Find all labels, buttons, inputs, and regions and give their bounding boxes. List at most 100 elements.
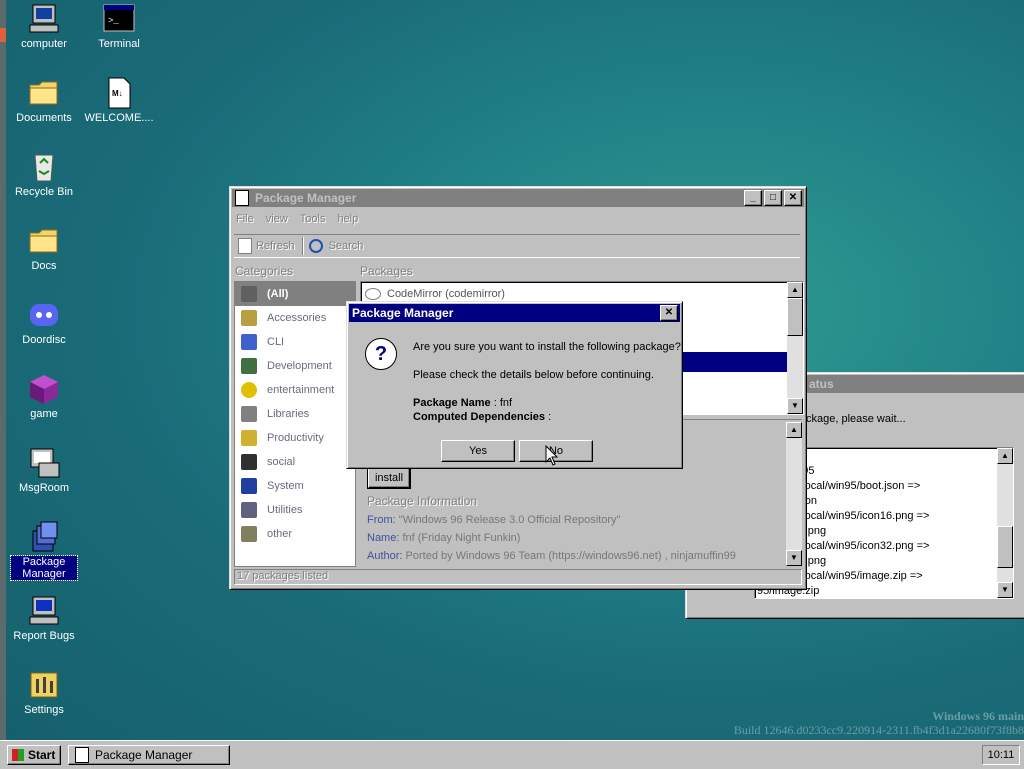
desktop-icon-recycle-bin[interactable]: Recycle Bin bbox=[6, 151, 82, 198]
category-item[interactable]: CLI bbox=[235, 330, 355, 354]
menu-file[interactable]: File bbox=[236, 213, 254, 225]
desktop-icon-report-bugs[interactable]: Report Bugs bbox=[6, 595, 82, 642]
system-tray-clock[interactable]: 10:11 bbox=[982, 745, 1020, 765]
deps-label: Computed Dependencies bbox=[413, 411, 546, 423]
desktop-icon-game[interactable]: game bbox=[6, 373, 82, 420]
from-label: From: bbox=[367, 514, 396, 526]
desktop-icon-label: computer bbox=[21, 38, 67, 50]
other-icon bbox=[241, 526, 257, 542]
close-button[interactable]: ✕ bbox=[784, 190, 802, 206]
deps-value: : bbox=[548, 411, 552, 423]
desktop-icon-label: Docs bbox=[31, 260, 57, 272]
yes-button[interactable]: Yes bbox=[441, 440, 515, 462]
desktop-icon-package-manager[interactable]: Package Manager bbox=[6, 521, 82, 581]
packages-header: Packages bbox=[360, 264, 413, 278]
category-item[interactable]: social bbox=[235, 450, 355, 474]
scroll-down-arrow[interactable]: ▼ bbox=[787, 398, 803, 414]
maximize-button[interactable]: □ bbox=[764, 190, 782, 206]
desktop-icon-settings[interactable]: Settings bbox=[6, 669, 82, 716]
minimize-button[interactable]: _ bbox=[744, 190, 762, 206]
category-item[interactable]: Development bbox=[235, 354, 355, 378]
status-message: ckage, please wait... bbox=[806, 413, 906, 425]
desktop-icon-docs[interactable]: Docs bbox=[6, 225, 82, 272]
scroll-thumb[interactable] bbox=[787, 298, 803, 336]
taskbar-item-label: Package Manager bbox=[95, 748, 193, 762]
close-button[interactable]: ✕ bbox=[660, 305, 678, 321]
taskbar-item-package-manager[interactable]: Package Manager bbox=[68, 745, 230, 765]
category-item[interactable]: Productivity bbox=[235, 426, 355, 450]
terminal-icon: >_ bbox=[102, 3, 136, 35]
category-label: entertainment bbox=[267, 384, 335, 396]
scroll-down-arrow[interactable]: ▼ bbox=[786, 550, 802, 566]
desktop-icon-label: Recycle Bin bbox=[14, 186, 74, 198]
system-icon bbox=[241, 478, 257, 494]
category-label: Development bbox=[267, 360, 332, 372]
category-item[interactable]: (All) bbox=[235, 282, 355, 306]
install-button[interactable]: install bbox=[367, 467, 411, 489]
desktop-icon-label: game bbox=[30, 408, 58, 420]
category-label: Libraries bbox=[267, 408, 310, 420]
desktop-icon-label: Report Bugs bbox=[13, 630, 75, 642]
desktop-icon-documents[interactable]: Documents bbox=[6, 77, 82, 124]
package-name: CodeMirror (codemirror) bbox=[387, 288, 505, 300]
menu-view[interactable]: view bbox=[266, 213, 288, 225]
refresh-label: Refresh bbox=[256, 240, 295, 252]
pm-menubar: File view Tools help bbox=[236, 213, 358, 225]
scroll-up-arrow[interactable]: ▲ bbox=[997, 448, 1013, 464]
dialog-titlebar[interactable]: Package Manager ✕ bbox=[349, 304, 680, 322]
status-log-scrollbar[interactable]: ▲ ▼ bbox=[997, 448, 1013, 598]
packages-scrollbar[interactable]: ▲ ▼ bbox=[787, 282, 803, 414]
cli-icon bbox=[241, 334, 257, 350]
start-label: Start bbox=[28, 748, 56, 762]
cube-icon bbox=[27, 373, 61, 405]
category-label: Accessories bbox=[267, 312, 327, 324]
search-button[interactable]: Search bbox=[307, 239, 366, 253]
msgroom-icon bbox=[27, 447, 61, 479]
menu-tools[interactable]: Tools bbox=[300, 213, 326, 225]
desktop-icon-terminal[interactable]: >_ Terminal bbox=[81, 3, 157, 50]
status-title: atus bbox=[809, 377, 834, 391]
desktop-icon-label: Package Manager bbox=[10, 555, 78, 581]
menu-help[interactable]: help bbox=[337, 213, 358, 225]
refresh-button[interactable]: Refresh bbox=[234, 238, 299, 254]
category-item[interactable]: System bbox=[235, 474, 355, 498]
search-label: Search bbox=[328, 240, 364, 252]
dialog-deps: Computed Dependencies : bbox=[413, 411, 551, 423]
desktop-icon-msgroom[interactable]: MsgRoom bbox=[6, 447, 82, 494]
package-row[interactable]: CodeMirror (codemirror) bbox=[365, 288, 505, 300]
dialog-note: Please check the details below before co… bbox=[413, 369, 654, 381]
bug-report-icon bbox=[27, 595, 61, 627]
scroll-thumb[interactable] bbox=[997, 526, 1013, 568]
smiley-icon bbox=[241, 382, 257, 398]
name-label: Name: bbox=[367, 532, 400, 544]
desktop-icon-welcome[interactable]: M↓ WELCOME.... bbox=[81, 77, 157, 124]
folder-icon bbox=[27, 225, 61, 257]
scroll-down-arrow[interactable]: ▼ bbox=[997, 582, 1013, 598]
package-icon bbox=[75, 747, 89, 763]
category-item[interactable]: Utilities bbox=[235, 498, 355, 522]
desktop-icon-doordisc[interactable]: Doordisc bbox=[6, 299, 82, 346]
package-icon bbox=[27, 521, 61, 553]
dialog-title: Package Manager bbox=[352, 306, 454, 320]
start-button[interactable]: Start bbox=[7, 745, 61, 765]
pm-title: Package Manager bbox=[255, 191, 357, 205]
confirm-dialog: Package Manager ✕ ? Are you sure you wan… bbox=[346, 301, 683, 469]
taskbar: Start Package Manager 10:11 bbox=[0, 740, 1024, 769]
category-item[interactable]: other bbox=[235, 522, 355, 546]
info-scrollbar[interactable]: ▲ ▼ bbox=[786, 422, 802, 566]
status-text: 17 packages listed bbox=[237, 570, 329, 582]
development-icon bbox=[241, 358, 257, 374]
codemirror-icon bbox=[365, 288, 381, 300]
category-item[interactable]: Accessories bbox=[235, 306, 355, 330]
pm-titlebar[interactable]: Package Manager _ □ ✕ bbox=[232, 189, 804, 207]
desktop-icon-computer[interactable]: computer bbox=[6, 3, 82, 50]
desktop-icon-label: Documents bbox=[16, 112, 72, 124]
category-item[interactable]: Libraries bbox=[235, 402, 355, 426]
scroll-up-arrow[interactable]: ▲ bbox=[786, 422, 802, 438]
refresh-icon bbox=[238, 238, 252, 254]
settings-icon bbox=[27, 669, 61, 701]
windows-logo-icon bbox=[12, 749, 24, 761]
scroll-up-arrow[interactable]: ▲ bbox=[787, 282, 803, 298]
category-item[interactable]: entertainment bbox=[235, 378, 355, 402]
accessories-icon bbox=[241, 310, 257, 326]
